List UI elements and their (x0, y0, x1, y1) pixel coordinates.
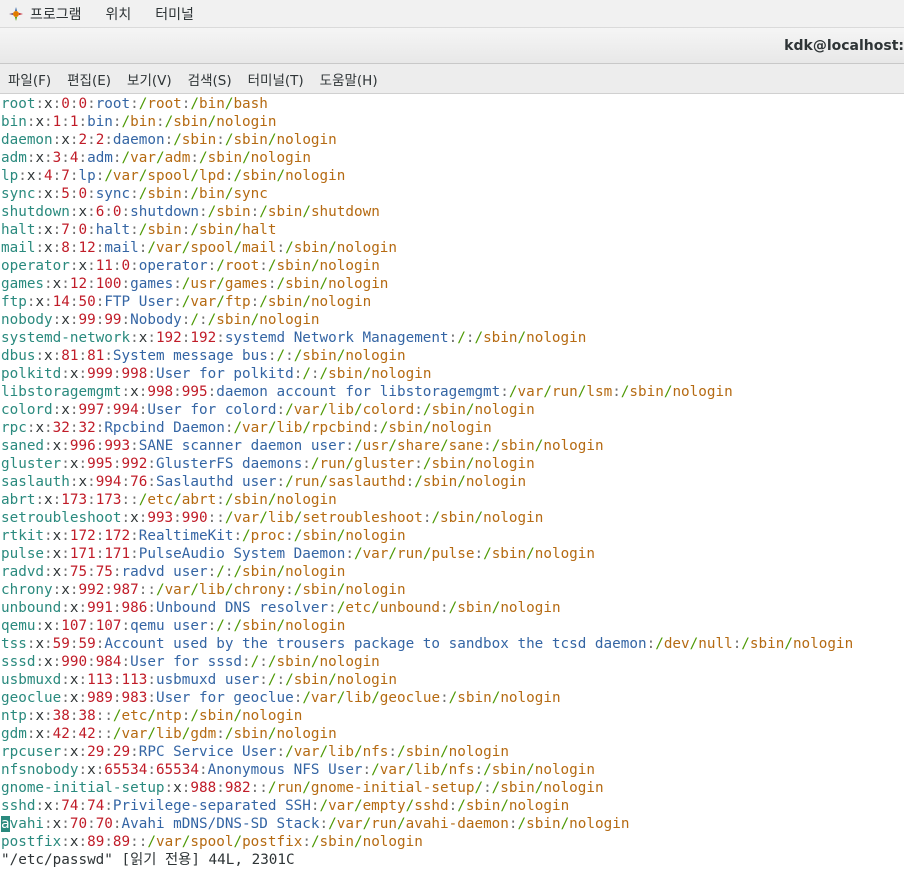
terminal-line: usbmuxd:x:113:113:usbmuxd user:/:/sbin/n… (1, 672, 398, 688)
terminal-line: saslauth:x:994:76:Saslauthd user:/run/sa… (1, 474, 527, 490)
terminal-line: mail:x:8:12:mail:/var/spool/mail:/sbin/n… (1, 240, 398, 256)
terminal-line: geoclue:x:989:983:User for geoclue:/var/… (1, 690, 561, 706)
terminal-line: abrt:x:173:173::/etc/abrt:/sbin/nologin (1, 492, 337, 508)
vim-status-line: "/etc/passwd" [읽기 전용] 44L, 2301C (1, 852, 295, 868)
menu-edit[interactable]: 편집(E) (67, 69, 111, 89)
terminal-line: ftp:x:14:50:FTP User:/var/ftp:/sbin/nolo… (1, 294, 372, 310)
panel-menu-programs[interactable]: 프로그램 (30, 4, 82, 24)
terminal-line: radvd:x:75:75:radvd user:/:/sbin/nologin (1, 564, 346, 580)
menu-terminal[interactable]: 터미널(T) (248, 69, 304, 89)
window-title: kdk@localhost: (784, 37, 904, 54)
terminal-line: gnome-initial-setup:x:988:982::/run/gnom… (1, 780, 604, 796)
terminal-line: sssd:x:990:984:User for sssd:/:/sbin/nol… (1, 654, 380, 670)
terminal-line: bin:x:1:1:bin:/bin:/sbin/nologin (1, 114, 277, 130)
terminal-line: lp:x:4:7:lp:/var/spool/lpd:/sbin/nologin (1, 168, 346, 184)
terminal-line: rtkit:x:172:172:RealtimeKit:/proc:/sbin/… (1, 528, 406, 544)
menu-search[interactable]: 검색(S) (188, 69, 232, 89)
terminal-line: pulse:x:171:171:PulseAudio System Daemon… (1, 546, 596, 562)
panel-menu-terminal[interactable]: 터미널 (155, 4, 194, 24)
terminal-line: systemd-network:x:192:192:systemd Networ… (1, 330, 587, 346)
terminal-line: gluster:x:995:992:GlusterFS daemons:/run… (1, 456, 535, 472)
terminal-line: gdm:x:42:42::/var/lib/gdm:/sbin/nologin (1, 726, 337, 742)
terminal-line: saned:x:996:993:SANE scanner daemon user… (1, 438, 604, 454)
terminal-line: avahi:x:70:70:Avahi mDNS/DNS-SD Stack:/v… (1, 816, 630, 832)
terminal-line: halt:x:7:0:halt:/sbin:/sbin/halt (1, 222, 277, 238)
top-panel: 프로그램 위치 터미널 (0, 0, 904, 28)
terminal-line: setroubleshoot:x:993:990::/var/lib/setro… (1, 510, 544, 526)
terminal-line: polkitd:x:999:998:User for polkitd:/:/sb… (1, 366, 432, 382)
terminal-line: shutdown:x:6:0:shutdown:/sbin:/sbin/shut… (1, 204, 380, 220)
terminal-text: root:x:0:0:root:/root:/bin/bash bin:x:1:1… (1, 95, 853, 869)
menu-view[interactable]: 보기(V) (127, 69, 172, 89)
terminal-line: nobody:x:99:99:Nobody:/:/sbin/nologin (1, 312, 320, 328)
terminal-line: nfsnobody:x:65534:65534:Anonymous NFS Us… (1, 762, 595, 778)
window-titlebar[interactable]: kdk@localhost: (0, 28, 904, 64)
terminal-line: adm:x:3:4:adm:/var/adm:/sbin/nologin (1, 150, 311, 166)
terminal-line: postfix:x:89:89::/var/spool/postfix:/sbi… (1, 834, 423, 850)
applications-icon[interactable] (8, 6, 24, 22)
terminal-line: colord:x:997:994:User for colord:/var/li… (1, 402, 535, 418)
terminal-line: dbus:x:81:81:System message bus:/:/sbin/… (1, 348, 406, 364)
terminal-line: qemu:x:107:107:qemu user:/:/sbin/nologin (1, 618, 346, 634)
terminal-line: sshd:x:74:74:Privilege-separated SSH:/va… (1, 798, 570, 814)
terminal-menubar: 파일(F) 편집(E) 보기(V) 검색(S) 터미널(T) 도움말(H) (0, 64, 904, 94)
terminal-line: rpc:x:32:32:Rpcbind Daemon:/var/lib/rpcb… (1, 420, 492, 436)
panel-menu-places[interactable]: 위치 (106, 4, 132, 24)
terminal-line: daemon:x:2:2:daemon:/sbin:/sbin/nologin (1, 132, 337, 148)
terminal-line: unbound:x:991:986:Unbound DNS resolver:/… (1, 600, 561, 616)
terminal-line: sync:x:5:0:sync:/sbin:/bin/sync (1, 186, 268, 202)
terminal-line: rpcuser:x:29:29:RPC Service User:/var/li… (1, 744, 509, 760)
menu-help[interactable]: 도움말(H) (320, 69, 378, 89)
terminal-line: libstoragemgmt:x:998:995:daemon account … (1, 384, 733, 400)
terminal-view[interactable]: root:x:0:0:root:/root:/bin/bash bin:x:1:1… (0, 94, 904, 874)
text-cursor: a (1, 816, 10, 832)
terminal-line: games:x:12:100:games:/usr/games:/sbin/no… (1, 276, 389, 292)
terminal-line: tss:x:59:59:Account used by the trousers… (1, 636, 854, 652)
terminal-line: ntp:x:38:38::/etc/ntp:/sbin/nologin (1, 708, 303, 724)
menu-file[interactable]: 파일(F) (8, 69, 51, 89)
terminal-line: operator:x:11:0:operator:/root:/sbin/nol… (1, 258, 380, 274)
terminal-line: root:x:0:0:root:/root:/bin/bash (1, 96, 268, 112)
terminal-line: chrony:x:992:987::/var/lib/chrony:/sbin/… (1, 582, 406, 598)
